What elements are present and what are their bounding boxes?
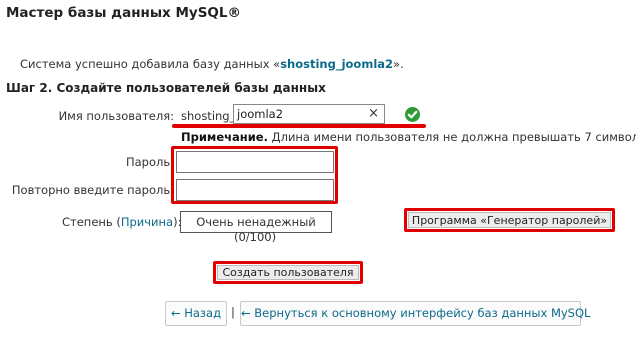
nav-separator: | <box>231 305 235 319</box>
username-highlight-underline <box>172 124 426 128</box>
password-label: Пароль: <box>125 155 174 169</box>
strength-value: Очень ненадежный <box>196 215 316 229</box>
strength-label: Степень (Причина): <box>62 215 182 229</box>
return-to-mysql-button[interactable]: ← Вернуться к основному интерфейсу баз д… <box>240 301 590 326</box>
note-text: Длина имени пользователя не должна превы… <box>267 130 636 144</box>
clear-icon[interactable]: × <box>368 106 379 121</box>
password-fields-highlight <box>171 146 338 204</box>
create-user-button[interactable]: Создать пользователя <box>217 265 359 280</box>
generator-highlight: Программа «Генератор паролей» <box>404 208 615 232</box>
username-note: Примечание. Длина имени пользователя не … <box>181 130 636 144</box>
success-suffix: ». <box>393 57 404 71</box>
step-heading: Шаг 2. Создайте пользователей базы данны… <box>6 81 326 95</box>
back-button[interactable]: ← Назад <box>165 301 227 326</box>
success-prefix: Система успешно добавила базу данных « <box>20 57 281 71</box>
strength-reason-link[interactable]: Причина <box>121 215 173 229</box>
check-circle-icon <box>405 107 420 122</box>
username-input[interactable]: joomla2 × <box>233 104 385 124</box>
password-input[interactable] <box>176 151 334 173</box>
strength-score: (0/100) <box>234 230 277 244</box>
password-confirm-input[interactable] <box>176 179 334 201</box>
success-message: Система успешно добавила базу данных «sh… <box>20 57 404 71</box>
username-prefix: shosting_ <box>181 109 236 123</box>
create-highlight: Создать пользователя <box>213 261 363 284</box>
password-generator-button[interactable]: Программа «Генератор паролей» <box>408 212 611 228</box>
note-label: Примечание. <box>181 130 268 144</box>
username-value: joomla2 <box>237 107 284 121</box>
page-title: Мастер базы данных MySQL® <box>6 5 241 21</box>
database-name: shosting_joomla2 <box>280 57 394 71</box>
username-label: Имя пользователя: <box>58 109 174 123</box>
password-confirm-label: Повторно введите пароль: <box>11 183 174 197</box>
